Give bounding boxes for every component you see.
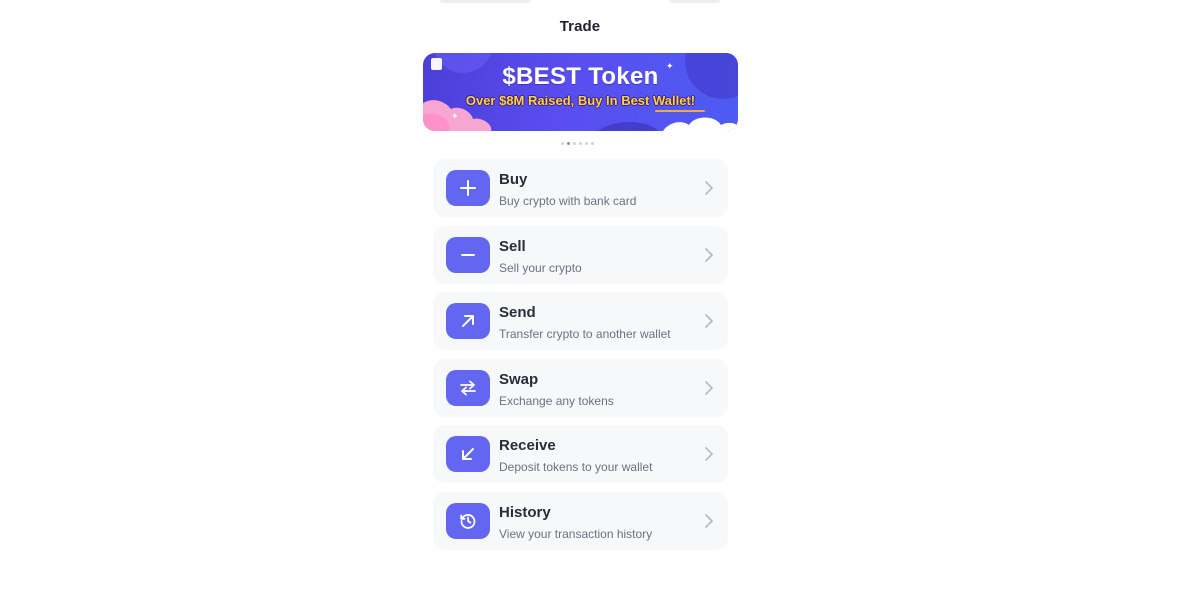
trade-menu: Buy Buy crypto with bank card Sell Sell … (433, 159, 728, 558)
menu-item-description: Sell your crypto (499, 260, 582, 275)
history-icon (446, 502, 490, 539)
menu-item-label: Receive (499, 437, 556, 454)
arrow-down-left-icon (446, 436, 490, 472)
menu-item-label: Swap (499, 370, 539, 388)
chevron-right-icon (705, 447, 713, 461)
pagination-dot[interactable] (591, 142, 594, 145)
promo-banner[interactable]: ✦ ✦ $BEST Token Over $8M Raised, Buy In … (423, 53, 738, 131)
sparkle-icon: ✦ (451, 111, 459, 121)
menu-item-label: Send (499, 304, 536, 321)
pagination-dot-active[interactable] (567, 142, 570, 145)
menu-item-receive[interactable]: Receive Deposit tokens to your wallet (433, 425, 728, 483)
swap-arrows-icon (446, 369, 490, 406)
trade-screen: Trade ✦ ✦ $BEST Token Over $8M Raised, B… (0, 0, 1200, 600)
menu-item-label: Sell (499, 237, 526, 255)
chevron-right-icon (705, 513, 713, 528)
pagination-dot[interactable] (585, 142, 588, 145)
menu-item-sell[interactable]: Sell Sell your crypto (433, 225, 728, 284)
top-cutoff-edge (430, 0, 730, 6)
chevron-right-icon (705, 380, 713, 395)
menu-item-buy[interactable]: Buy Buy crypto with bank card (433, 159, 728, 217)
chevron-right-icon (705, 247, 713, 262)
arrow-up-right-icon (446, 303, 490, 339)
menu-item-description: View your transaction history (499, 526, 653, 541)
plus-icon (446, 170, 490, 206)
menu-item-description: Deposit tokens to your wallet (499, 460, 653, 474)
page-title: Trade (559, 18, 601, 35)
banner-pagination (561, 142, 594, 146)
menu-item-history[interactable]: History View your transaction history (433, 491, 728, 550)
pagination-dot[interactable] (561, 142, 564, 145)
chevron-right-icon (705, 181, 713, 195)
menu-item-description: Exchange any tokens (499, 393, 614, 408)
menu-item-label: Buy (499, 171, 528, 188)
menu-item-swap[interactable]: Swap Exchange any tokens (433, 358, 728, 417)
pagination-dot[interactable] (573, 142, 576, 145)
pagination-dot[interactable] (579, 142, 582, 145)
minus-icon (446, 236, 490, 273)
chevron-right-icon (705, 314, 713, 328)
menu-item-send[interactable]: Send Transfer crypto to another wallet (433, 292, 728, 350)
banner-subtitle: Over $8M Raised, Buy In Best Wallet! (465, 93, 696, 108)
banner-title: $BEST Token (502, 63, 659, 90)
menu-item-description: Transfer crypto to another wallet (499, 327, 671, 341)
menu-item-label: History (499, 503, 551, 521)
menu-item-description: Buy crypto with bank card (499, 194, 637, 208)
